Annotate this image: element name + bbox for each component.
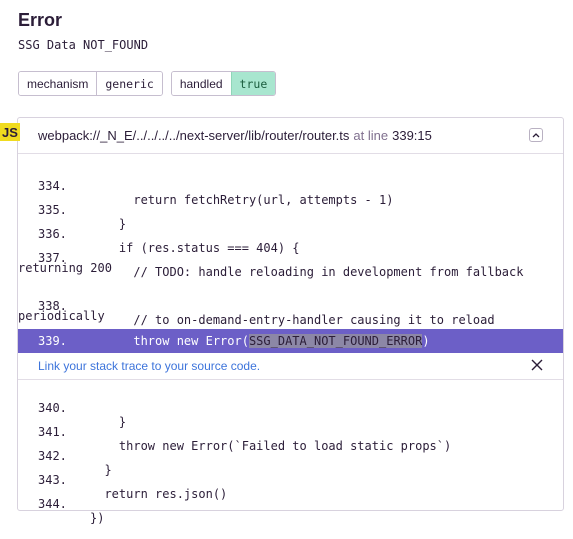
line-code-wrap: returning 200 bbox=[18, 261, 112, 275]
tag-value: true bbox=[230, 72, 276, 95]
tag-handled[interactable]: handled true bbox=[170, 71, 277, 96]
line-number: 339. bbox=[38, 334, 67, 348]
frame-header[interactable]: JS webpack://_N_E/../../../../next-serve… bbox=[0, 118, 563, 154]
line-code: }) bbox=[90, 511, 105, 525]
tag-list: mechanism generic handled true bbox=[18, 71, 277, 96]
highlighted-token: SSG_DATA_NOT_FOUND_ERROR bbox=[248, 334, 423, 348]
code-line: 344. }) bbox=[18, 483, 104, 539]
line-code: // TODO: handle reloading in development… bbox=[90, 265, 524, 279]
line-code: throw new Error(SSG_DATA_NOT_FOUND_ERROR… bbox=[90, 334, 430, 348]
file-path: webpack://_N_E/../../../../next-server/l… bbox=[38, 128, 350, 143]
frame-path: webpack://_N_E/../../../../next-server/l… bbox=[38, 128, 432, 143]
platform-badge: JS bbox=[0, 123, 20, 141]
close-icon[interactable] bbox=[531, 359, 543, 371]
stacktrace-link[interactable]: Link your stack trace to your source cod… bbox=[38, 359, 260, 373]
tag-key: handled bbox=[171, 72, 231, 95]
line-code: return fetchRetry(url, attempts - 1) bbox=[90, 193, 394, 207]
line-column: 339:15 bbox=[392, 128, 432, 143]
line-code: } bbox=[90, 415, 127, 429]
code-segment: ) bbox=[422, 334, 430, 348]
line-code: } bbox=[90, 463, 112, 477]
line-code: throw new Error(`Failed to load static p… bbox=[90, 439, 452, 453]
line-code: return res.json() bbox=[90, 487, 228, 501]
tag-key: mechanism bbox=[19, 72, 97, 95]
line-number: 344. bbox=[38, 497, 67, 511]
tag-value: generic bbox=[96, 72, 162, 95]
code-segment: throw new Error( bbox=[90, 334, 249, 348]
tag-mechanism[interactable]: mechanism generic bbox=[18, 71, 163, 96]
at-line-label: at line bbox=[353, 128, 389, 143]
page-subtitle: SSG Data NOT_FOUND bbox=[18, 38, 149, 52]
chevron-up-icon[interactable] bbox=[529, 128, 543, 142]
line-code: if (res.status === 404) { bbox=[90, 241, 300, 255]
highlighted-code-line: 339. throw new Error(SSG_DATA_NOT_FOUND_… bbox=[18, 329, 563, 353]
stacktrace-link-banner: Link your stack trace to your source cod… bbox=[18, 353, 563, 380]
page-title: Error bbox=[18, 10, 63, 30]
line-code: } bbox=[90, 217, 127, 231]
line-code: // to on-demand-entry-handler causing it… bbox=[90, 313, 495, 327]
stack-frame: JS webpack://_N_E/../../../../next-serve… bbox=[0, 117, 564, 525]
line-code-wrap: periodically bbox=[18, 309, 105, 323]
